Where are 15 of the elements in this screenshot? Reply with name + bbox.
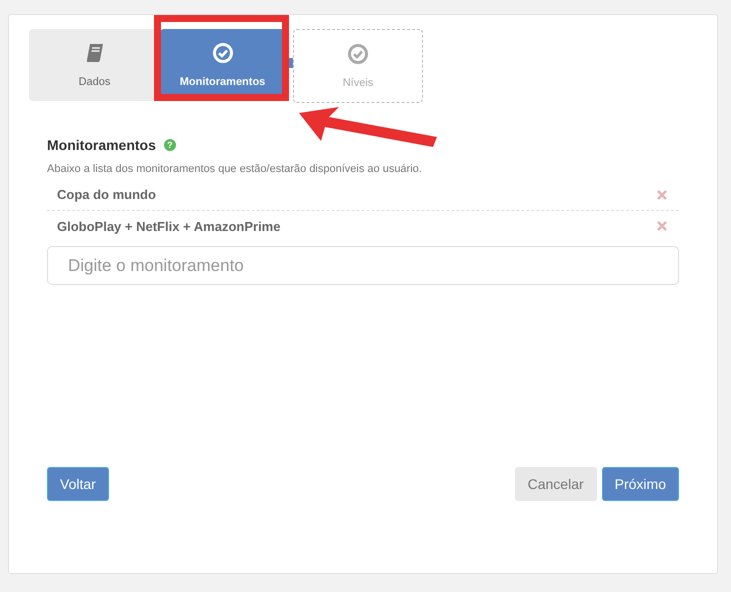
cancel-button[interactable]: Cancelar (514, 467, 597, 501)
arrow-icon (299, 107, 439, 147)
remove-icon[interactable] (657, 221, 667, 231)
help-icon[interactable]: ? (164, 139, 176, 151)
step-tab[interactable]: Níveis (293, 29, 423, 103)
input-field[interactable]: Digite o monitoramento (47, 246, 679, 285)
check-circle-icon (347, 43, 369, 65)
section-title: Monitoramentos (47, 137, 156, 153)
list-item: GloboPlay + NetFlix + AmazonPrime (57, 218, 280, 234)
next-button[interactable]: Próximo (602, 467, 679, 501)
remove-icon[interactable] (657, 190, 667, 200)
back-button[interactable]: Voltar (47, 467, 109, 501)
list-item: Copa do mundo (57, 187, 156, 202)
description: Abaixo a lista dos monitoramentos que estão/estarão disponíveis ao usuário. (47, 163, 423, 175)
check-circle-icon (212, 42, 234, 64)
